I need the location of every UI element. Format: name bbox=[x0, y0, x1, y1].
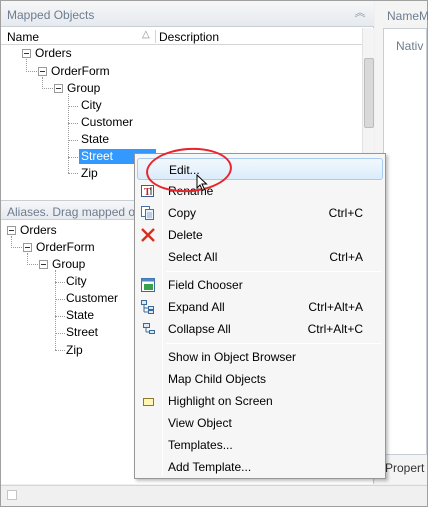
mapped-objects-title: Mapped Objects bbox=[7, 8, 95, 22]
tree-node-orderform[interactable]: OrderForm bbox=[51, 64, 110, 79]
menu-item-show-in-object-browser[interactable]: Show in Object Browser bbox=[137, 346, 383, 368]
menu-separator bbox=[166, 271, 381, 272]
status-bar bbox=[1, 485, 427, 506]
menu-item-label: Delete bbox=[168, 228, 203, 242]
collapse-toggle-icon[interactable] bbox=[22, 49, 31, 58]
tree-node-state[interactable]: State bbox=[81, 132, 109, 147]
mapped-objects-header: Mapped Objects ︽ bbox=[1, 1, 374, 27]
tree-node-zip[interactable]: Zip bbox=[81, 166, 98, 181]
menu-item-highlight-on-screen[interactable]: Highlight on Screen bbox=[137, 390, 383, 412]
delete-icon bbox=[140, 227, 156, 243]
highlight-icon bbox=[140, 393, 156, 409]
collapse-toggle-icon[interactable] bbox=[54, 84, 63, 93]
column-separator[interactable] bbox=[155, 30, 156, 43]
collapse-toggle-icon[interactable] bbox=[38, 67, 47, 76]
context-menu: Edit... T Rename Copy Ctrl+C Delete Sele… bbox=[134, 153, 386, 479]
expand-all-icon bbox=[140, 299, 156, 315]
menu-item-shortcut: Ctrl+Alt+C bbox=[307, 322, 363, 336]
menu-item-templates[interactable]: Templates... bbox=[137, 434, 383, 456]
tree-node-city[interactable]: City bbox=[81, 98, 102, 113]
collapse-pane-icon[interactable]: ︽ bbox=[353, 6, 367, 20]
menu-item-label: Highlight on Screen bbox=[168, 394, 273, 408]
properties-column-header[interactable]: Nativ bbox=[396, 39, 423, 53]
alias-node-customer[interactable]: Customer bbox=[66, 291, 118, 306]
rename-icon: T bbox=[140, 183, 156, 199]
column-header-name[interactable]: Name bbox=[7, 30, 39, 44]
field-chooser-icon bbox=[140, 277, 156, 293]
sort-ascending-icon: △ bbox=[142, 29, 150, 40]
menu-item-label: Templates... bbox=[168, 438, 233, 452]
tree-node-customer[interactable]: Customer bbox=[81, 115, 133, 130]
alias-node-orderform[interactable]: OrderForm bbox=[36, 240, 95, 255]
mouse-pointer-icon bbox=[196, 173, 210, 192]
menu-item-delete[interactable]: Delete bbox=[137, 224, 383, 246]
tree-node-group[interactable]: Group bbox=[67, 81, 100, 96]
properties-pane-title: NameM bbox=[387, 9, 428, 23]
menu-item-add-template[interactable]: Add Template... bbox=[137, 456, 383, 478]
collapse-toggle-icon[interactable] bbox=[23, 243, 32, 252]
menu-item-label: Expand All bbox=[168, 300, 225, 314]
column-header-row: Name △ Description bbox=[1, 28, 362, 45]
menu-item-copy[interactable]: Copy Ctrl+C bbox=[137, 202, 383, 224]
menu-item-map-child-objects[interactable]: Map Child Objects bbox=[137, 368, 383, 390]
menu-item-view-object[interactable]: View Object bbox=[137, 412, 383, 434]
collapse-all-icon bbox=[140, 321, 156, 337]
tree-node-orders[interactable]: Orders bbox=[35, 46, 72, 61]
menu-item-label: Collapse All bbox=[168, 322, 231, 336]
menu-item-label: Select All bbox=[168, 250, 218, 264]
copy-icon bbox=[140, 205, 156, 221]
menu-item-label: View Object bbox=[168, 416, 232, 430]
svg-text:T: T bbox=[144, 187, 151, 198]
collapse-toggle-icon[interactable] bbox=[7, 226, 16, 235]
alias-node-city[interactable]: City bbox=[66, 274, 87, 289]
alias-node-state[interactable]: State bbox=[66, 308, 94, 323]
collapse-toggle-icon[interactable] bbox=[39, 260, 48, 269]
menu-item-label: Copy bbox=[168, 206, 197, 220]
properties-tab[interactable]: Propert bbox=[385, 461, 427, 479]
menu-item-shortcut: Ctrl+C bbox=[328, 206, 363, 220]
aliases-hint-text: Aliases. Drag mapped obje bbox=[7, 205, 152, 219]
status-indicator bbox=[7, 490, 17, 500]
scrollbar-thumb[interactable] bbox=[364, 58, 374, 128]
menu-item-field-chooser[interactable]: Field Chooser bbox=[137, 274, 383, 296]
menu-item-shortcut: Ctrl+A bbox=[329, 250, 363, 264]
column-header-description[interactable]: Description bbox=[159, 30, 219, 44]
menu-separator bbox=[166, 343, 381, 344]
menu-item-shortcut: Ctrl+Alt+A bbox=[308, 300, 363, 314]
menu-item-label: Add Template... bbox=[168, 460, 252, 474]
alias-node-group[interactable]: Group bbox=[52, 257, 85, 272]
menu-item-label: Map Child Objects bbox=[168, 372, 267, 386]
alias-node-zip[interactable]: Zip bbox=[66, 343, 83, 358]
menu-item-expand-all[interactable]: Expand All Ctrl+Alt+A bbox=[137, 296, 383, 318]
properties-list[interactable]: Nativ bbox=[383, 28, 427, 455]
menu-item-collapse-all[interactable]: Collapse All Ctrl+Alt+C bbox=[137, 318, 383, 340]
alias-node-street[interactable]: Street bbox=[66, 325, 98, 340]
menu-item-label: Show in Object Browser bbox=[168, 350, 297, 364]
alias-node-orders[interactable]: Orders bbox=[20, 223, 57, 238]
menu-item-label: Field Chooser bbox=[168, 278, 243, 292]
menu-item-select-all[interactable]: Select All Ctrl+A bbox=[137, 246, 383, 268]
